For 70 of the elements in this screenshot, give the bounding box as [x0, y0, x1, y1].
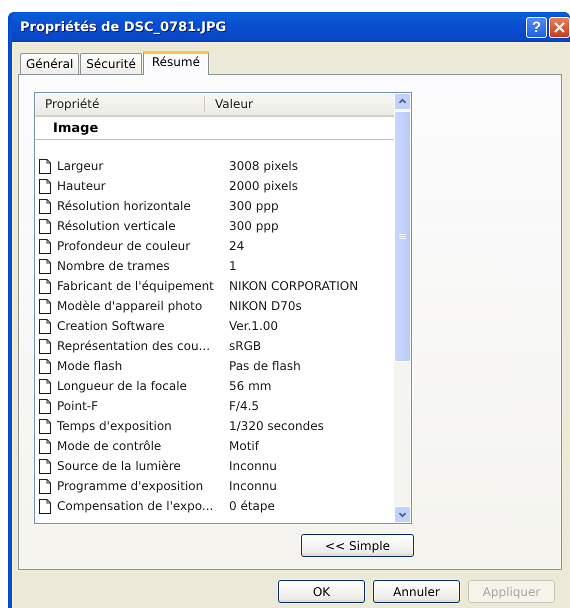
help-button[interactable]: ?	[526, 16, 547, 38]
property-name: Profondeur de couleur	[57, 239, 192, 253]
scroll-down-button[interactable]	[394, 506, 411, 523]
close-icon	[554, 22, 565, 32]
property-value: NIKON D70s	[229, 299, 302, 313]
document-icon	[39, 418, 51, 434]
document-icon	[39, 338, 51, 354]
property-name: Source de la lumière	[57, 459, 182, 473]
document-icon	[39, 498, 51, 514]
document-icon	[39, 198, 51, 214]
document-icon	[39, 318, 51, 334]
property-value: Ver.1.00	[229, 319, 278, 333]
property-name: Programme d'exposition	[57, 479, 204, 493]
property-name: Mode flash	[57, 359, 124, 373]
column-header[interactable]: Valeur	[205, 96, 394, 112]
tab[interactable]: Sécurité	[80, 53, 142, 74]
document-icon	[39, 458, 51, 474]
document-icon	[39, 238, 51, 254]
property-name: Nombre de trames	[57, 259, 171, 273]
property-value: 0 étape	[229, 499, 275, 513]
property-name: Fabricant de l'équipement	[57, 279, 215, 293]
property-name: Point-F	[57, 399, 100, 413]
property-value: NIKON CORPORATION	[229, 279, 358, 293]
property-value: F/4.5	[229, 399, 260, 413]
document-icon	[39, 358, 51, 374]
property-value: sRGB	[229, 339, 262, 353]
property-value: 1/320 secondes	[229, 419, 324, 433]
property-name: Modèle d'appareil photo	[57, 299, 204, 313]
property-name: Creation Software	[57, 319, 166, 333]
property-value: 300 ppp	[229, 219, 279, 233]
property-name: Hauteur	[57, 179, 107, 193]
property-name: Résolution verticale	[57, 219, 177, 233]
property-name: Compensation de l'expo...	[57, 499, 214, 513]
tab[interactable]: Résumé	[142, 51, 209, 75]
property-name: Longueur de la focale	[57, 379, 188, 393]
tab[interactable]: Général	[20, 53, 80, 74]
property-value: Inconnu	[229, 479, 277, 493]
document-icon	[39, 258, 51, 274]
document-icon	[39, 158, 51, 174]
column-header[interactable]: Propriété	[35, 96, 205, 112]
property-name: Mode de contrôle	[57, 439, 162, 453]
property-value: 2000 pixels	[229, 179, 298, 193]
dialog-button[interactable]: Annuler	[373, 580, 460, 603]
document-icon	[39, 478, 51, 494]
property-value: 24	[229, 239, 244, 253]
scroll-thumb[interactable]	[394, 111, 411, 362]
dialog-button[interactable]: OK	[278, 580, 365, 603]
property-name: Temps d'exposition	[57, 419, 173, 433]
group-header: Image	[35, 117, 394, 140]
window-title: Propriétés de DSC_0781.JPG	[20, 20, 228, 34]
property-value: 3008 pixels	[229, 159, 298, 173]
property-name: Résolution horizontale	[57, 199, 192, 213]
close-button[interactable]	[549, 16, 570, 38]
property-value: 56 mm	[229, 379, 272, 393]
simple-button[interactable]: << Simple	[301, 534, 414, 557]
property-value: 300 ppp	[229, 199, 279, 213]
document-icon	[39, 218, 51, 234]
document-icon	[39, 398, 51, 414]
property-name: Largeur	[57, 159, 104, 173]
property-value: Pas de flash	[229, 359, 301, 373]
document-icon	[39, 278, 51, 294]
property-value: Motif	[229, 439, 259, 453]
property-value: 1	[229, 259, 237, 273]
property-name: Représentation des cou...	[57, 339, 212, 353]
document-icon	[39, 178, 51, 194]
document-icon	[39, 378, 51, 394]
document-icon	[39, 298, 51, 314]
property-value: Inconnu	[229, 459, 277, 473]
scroll-up-button[interactable]	[394, 93, 411, 110]
document-icon	[39, 438, 51, 454]
